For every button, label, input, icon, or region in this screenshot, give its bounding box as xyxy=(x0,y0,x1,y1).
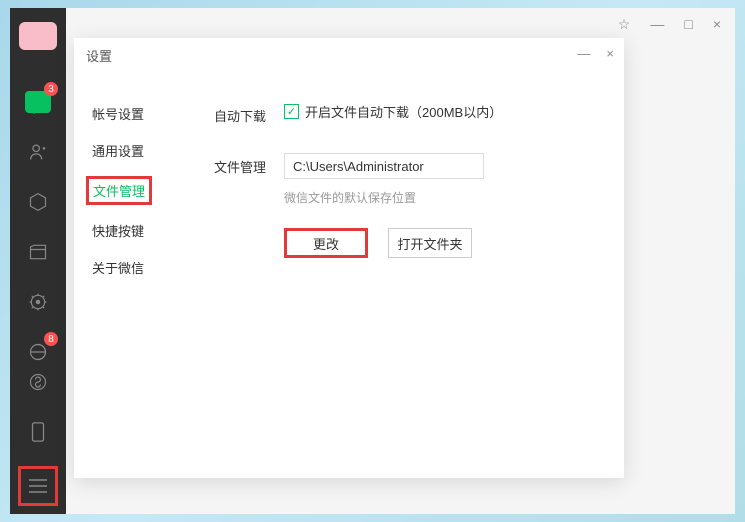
checkbox-icon[interactable]: ✓ xyxy=(284,104,299,119)
dialog-body: 帐号设置 通用设置 文件管理 快捷按键 关于微信 自动下载 ✓ 开启文件自动下载… xyxy=(74,72,624,478)
menu-button[interactable] xyxy=(18,466,58,506)
nav-account[interactable]: 帐号设置 xyxy=(92,102,174,125)
path-hint: 微信文件的默认保存位置 xyxy=(284,189,604,206)
dialog-minimize-button[interactable]: — xyxy=(577,46,590,61)
auto-download-label: 自动下载 xyxy=(214,102,284,125)
dialog-controls: — × xyxy=(577,46,614,61)
main-window-controls: ☆ — □ × xyxy=(618,16,721,33)
nav-general[interactable]: 通用设置 xyxy=(92,139,174,162)
left-sidebar: 3 8 xyxy=(10,8,66,514)
minimize-button[interactable]: — xyxy=(650,16,664,33)
settings-gear-icon[interactable] xyxy=(22,286,54,318)
change-button[interactable]: 更改 xyxy=(284,228,368,258)
auto-download-row: 自动下载 ✓ 开启文件自动下载（200MB以内） xyxy=(214,102,604,125)
pin-icon[interactable]: ☆ xyxy=(618,16,631,33)
nav-file-management[interactable]: 文件管理 xyxy=(86,176,152,205)
nav-shortcut[interactable]: 快捷按键 xyxy=(92,219,174,242)
maximize-button[interactable]: □ xyxy=(684,16,692,33)
chats-badge: 3 xyxy=(44,82,58,96)
moments-badge: 8 xyxy=(44,332,58,346)
dialog-close-button[interactable]: × xyxy=(606,46,614,61)
hamburger-icon xyxy=(29,479,47,493)
wechat-app-window: 3 8 xyxy=(10,8,735,514)
moments-icon[interactable]: 8 xyxy=(22,336,54,368)
settings-content: 自动下载 ✓ 开启文件自动下载（200MB以内） 文件管理 微信文件的 xyxy=(174,102,624,478)
button-row: 更改 打开文件夹 xyxy=(284,228,604,258)
close-button[interactable]: × xyxy=(713,16,721,33)
file-mgmt-label: 文件管理 xyxy=(214,153,284,176)
dialog-titlebar[interactable]: 设置 — × xyxy=(74,38,624,72)
avatar[interactable] xyxy=(19,22,57,50)
phone-icon[interactable] xyxy=(22,416,54,448)
contacts-icon[interactable] xyxy=(22,136,54,168)
open-folder-button[interactable]: 打开文件夹 xyxy=(388,228,472,258)
settings-dialog: 设置 — × 帐号设置 通用设置 文件管理 快捷按键 关于微信 自动下载 xyxy=(74,38,624,478)
chats-icon[interactable]: 3 xyxy=(22,86,54,118)
auto-download-text: 开启文件自动下载（200MB以内） xyxy=(305,102,502,121)
auto-download-checkbox-line[interactable]: ✓ 开启文件自动下载（200MB以内） xyxy=(284,102,604,121)
file-path-input[interactable] xyxy=(284,153,484,179)
settings-nav: 帐号设置 通用设置 文件管理 快捷按键 关于微信 xyxy=(74,102,174,478)
favorites-icon[interactable] xyxy=(22,186,54,218)
main-area: ☆ — □ × 设置 — × 帐号设置 通用设置 文件管理 快捷按键 关于微信 xyxy=(66,8,735,514)
mini-program-icon[interactable] xyxy=(22,366,54,398)
nav-about[interactable]: 关于微信 xyxy=(92,256,174,279)
files-icon[interactable] xyxy=(22,236,54,268)
dialog-title: 设置 xyxy=(86,46,112,65)
file-management-row: 文件管理 微信文件的默认保存位置 更改 打开文件夹 xyxy=(214,153,604,258)
